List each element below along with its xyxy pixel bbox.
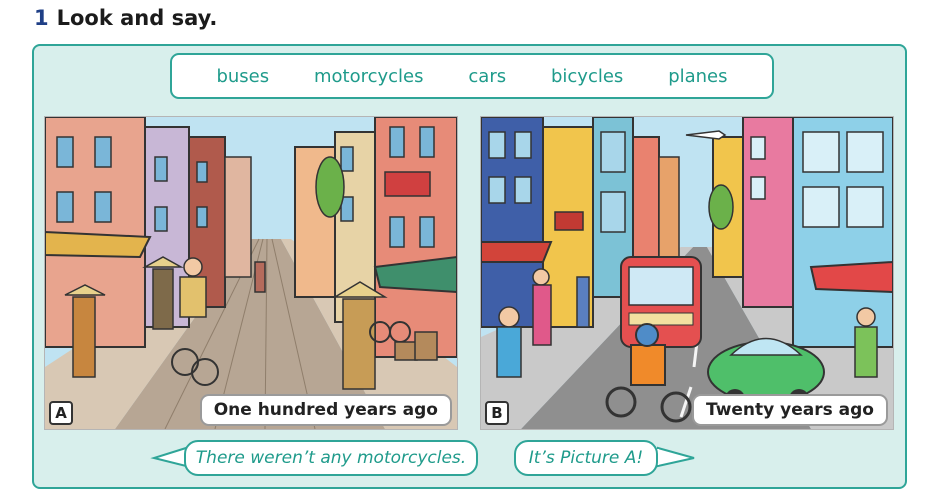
word-item: buses	[216, 65, 270, 87]
old-street-illustration	[45, 117, 457, 429]
modern-street-illustration	[481, 117, 893, 429]
exercise-panel: buses motorcycles cars bicycles planes A…	[32, 44, 907, 489]
word-bank: buses motorcycles cars bicycles planes	[170, 53, 774, 99]
picture-caption: Twenty years ago	[691, 394, 888, 426]
speech-bubble: There weren’t any motorcycles.	[184, 440, 478, 476]
word-item: cars	[468, 65, 507, 87]
speech-bubble-tail-right	[652, 446, 695, 468]
picture-a: A One hundred years ago	[44, 116, 458, 430]
picture-b: B Twenty years ago	[480, 116, 894, 430]
exercise-heading: 1 Look and say.	[34, 6, 217, 30]
speech-bubble: It’s Picture A!	[514, 440, 658, 476]
picture-letter: B	[485, 401, 509, 425]
picture-caption: One hundred years ago	[199, 394, 452, 426]
exercise-title: Look and say.	[56, 6, 218, 30]
exercise-number: 1	[34, 6, 49, 30]
word-item: bicycles	[550, 65, 624, 87]
word-item: planes	[668, 65, 728, 87]
picture-letter: A	[49, 401, 73, 425]
word-item: motorcycles	[313, 65, 424, 87]
